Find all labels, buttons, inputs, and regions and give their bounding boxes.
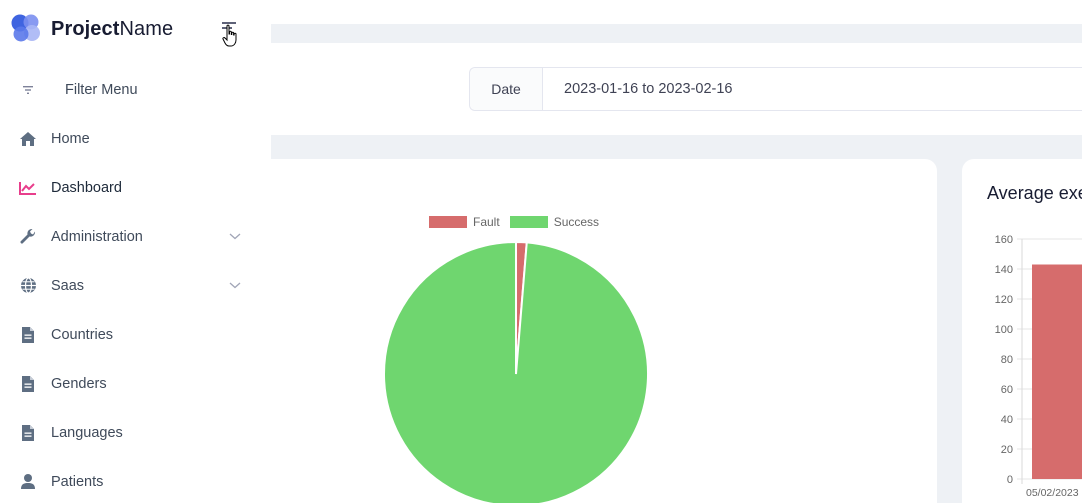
- main-content: Date 2023-01-16 to 2023-02-16 Fault Succ…: [271, 0, 1082, 503]
- sidebar-item-genders[interactable]: Genders: [0, 359, 271, 408]
- bar-chart: 0 20 40 60 80 100 120 140 160 05/02/2023: [995, 234, 1082, 499]
- pie-chart: [383, 240, 649, 503]
- date-range-value[interactable]: 2023-01-16 to 2023-02-16: [564, 81, 733, 97]
- y-tick-label: 80: [1001, 354, 1013, 366]
- top-toolbar-strip: [271, 24, 1082, 43]
- card-title: Average exe: [987, 183, 1082, 203]
- file-icon: [17, 422, 39, 444]
- x-tick-label: 05/02/2023: [1026, 487, 1079, 499]
- home-icon: [17, 128, 39, 150]
- app-window: ProjectName Filter Menu Home Dashboard A…: [0, 0, 1082, 503]
- filter-menu[interactable]: Filter Menu: [0, 66, 271, 114]
- sidebar-item-label: Dashboard: [51, 179, 122, 196]
- filter-icon: [17, 79, 39, 101]
- chevron-down-icon: [229, 282, 241, 289]
- file-icon: [17, 373, 39, 395]
- legend-label: Fault: [473, 215, 500, 229]
- sidebar-item-countries[interactable]: Countries: [0, 310, 271, 359]
- legend-item-fault[interactable]: Fault: [429, 215, 500, 229]
- pie-legend: Fault Success: [429, 215, 609, 229]
- sidebar-item-patients[interactable]: Patients: [0, 457, 271, 503]
- sidebar-item-administration[interactable]: Administration: [0, 212, 271, 261]
- pie-slice-success[interactable]: [383, 240, 649, 503]
- sidebar-item-label: Countries: [51, 326, 114, 343]
- sidebar: ProjectName Filter Menu Home Dashboard A…: [0, 0, 271, 503]
- sidebar-item-home[interactable]: Home: [0, 114, 271, 163]
- pie-chart-card: Fault Success: [271, 159, 937, 503]
- sidebar-item-dashboard[interactable]: Dashboard: [0, 163, 271, 212]
- chart-line-icon: [17, 177, 39, 199]
- chevron-down-icon: [229, 233, 241, 240]
- y-tick-label: 100: [995, 324, 1013, 336]
- legend-label: Success: [553, 215, 600, 229]
- brand[interactable]: ProjectName: [10, 12, 173, 46]
- date-filter[interactable]: Date 2023-01-16 to 2023-02-16: [469, 67, 1082, 111]
- y-tick-label: 120: [995, 294, 1013, 306]
- user-icon: [17, 471, 39, 493]
- sidebar-item-label: Saas: [51, 277, 85, 294]
- file-icon: [17, 324, 39, 346]
- sidebar-item-label: Home: [51, 130, 90, 147]
- hand-pointer-cursor-icon: [222, 24, 237, 47]
- legend-item-success[interactable]: Success: [509, 215, 600, 229]
- sidebar-item-label: Languages: [51, 424, 123, 441]
- y-tick-label: 0: [1007, 474, 1013, 486]
- wrench-icon: [17, 226, 39, 248]
- date-filter-label: Date: [470, 68, 543, 110]
- brand-name: ProjectName: [51, 17, 174, 40]
- y-tick-label: 140: [995, 264, 1013, 276]
- globe-icon: [17, 275, 39, 297]
- sidebar-item-saas[interactable]: Saas: [0, 261, 271, 310]
- y-tick-label: 20: [1001, 444, 1013, 456]
- legend-swatch-success: [509, 216, 548, 228]
- filter-menu-label: Filter Menu: [65, 82, 138, 98]
- logo-icon: [11, 14, 40, 42]
- legend-swatch-fault: [429, 216, 467, 228]
- sidebar-item-label: Patients: [51, 473, 104, 490]
- y-tick-label: 40: [1001, 414, 1013, 426]
- sidebar-item-label: Genders: [51, 375, 107, 392]
- sidebar-nav: Filter Menu Home Dashboard Administratio…: [0, 66, 271, 503]
- sidebar-item-label: Administration: [51, 228, 143, 245]
- average-execution-card: Average exe 0 20 40 60 80 100 120 140 160 05/02/2…: [962, 159, 1082, 503]
- y-tick-label: 160: [995, 234, 1013, 246]
- y-tick-label: 60: [1001, 384, 1013, 396]
- bar[interactable]: [1032, 264, 1082, 480]
- sidebar-item-languages[interactable]: Languages: [0, 408, 271, 457]
